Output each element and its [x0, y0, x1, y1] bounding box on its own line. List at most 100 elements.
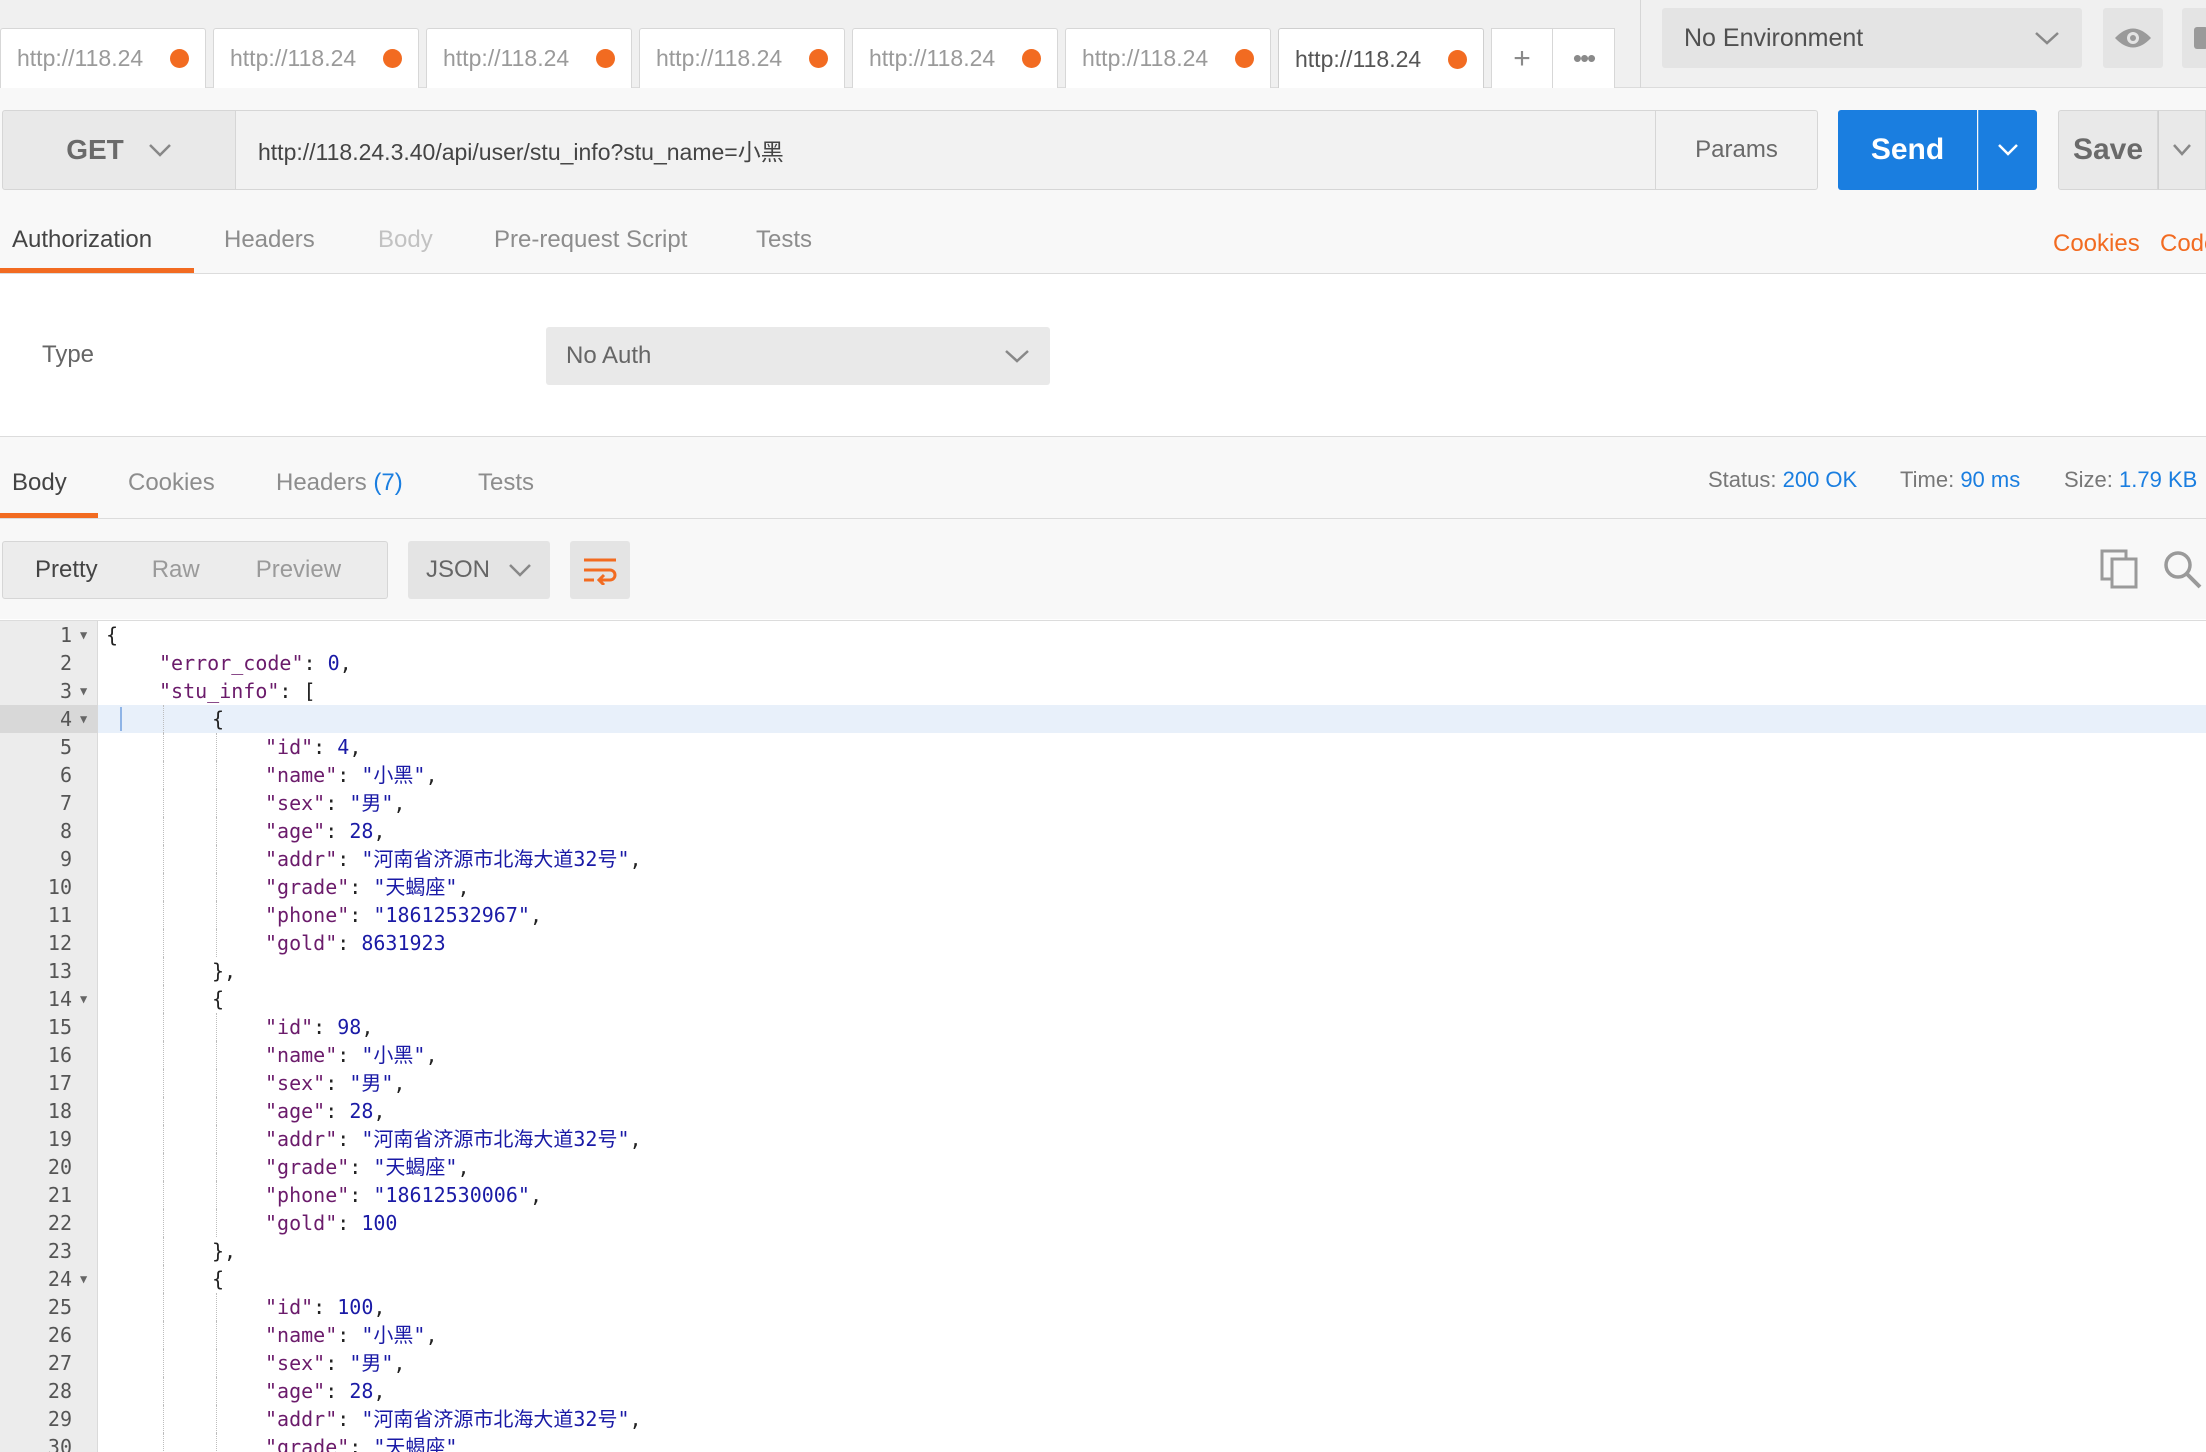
json-key: "id" [265, 1015, 314, 1039]
tab-tests[interactable]: Tests [756, 226, 812, 254]
save-options-button[interactable] [2158, 110, 2206, 190]
add-tab-button[interactable]: + [1491, 28, 1553, 88]
settings-button[interactable] [2182, 8, 2206, 68]
response-body-editor[interactable]: 1 ▼{2 "error_code": 0, 3 ▼ "stu_info": [4 ▼{5 "… [0, 620, 2206, 1452]
code-line: 24 ▼{ [0, 1265, 2206, 1293]
request-tabs-strip: http://118.24 http://118.24 http://118.2… [0, 28, 1615, 90]
tab-body[interactable]: Body [378, 226, 433, 254]
chevron-down-icon [148, 144, 171, 157]
params-button[interactable]: Params [1655, 110, 1818, 190]
json-punctuation: , [373, 1099, 386, 1123]
url-input[interactable]: http://118.24.3.40/api/user/stu_info?stu… [236, 110, 1656, 190]
text-cursor [120, 707, 122, 731]
json-key: "age" [265, 819, 326, 843]
code-line: 26 "name": "小黑", [0, 1321, 2206, 1349]
tab-headers[interactable]: Headers [224, 226, 315, 254]
tab-authorization[interactable]: Authorization [12, 226, 152, 254]
json-punctuation: , [425, 1323, 438, 1347]
code-line: 13}, [0, 957, 2206, 985]
fold-toggle-icon[interactable]: ▼ [80, 677, 87, 705]
response-section-tabs: Body Cookies Headers (7) Tests Status: 2… [0, 437, 2206, 519]
line-number: 10 [47, 875, 72, 899]
code-text: "id": 98, [265, 1013, 373, 1041]
tab-label: http://118.24 [230, 45, 357, 71]
status-label: Status: [1708, 467, 1777, 492]
code-line: 20 "grade": "天蝎座", [0, 1153, 2206, 1181]
view-pretty-button[interactable]: Pretty [3, 556, 98, 584]
json-string: "小黑" [361, 763, 426, 787]
tab-label: http://118.24 [17, 45, 144, 71]
indent-guide [163, 1265, 164, 1293]
json-key: "name" [265, 1323, 338, 1347]
json-punctuation: { [212, 1267, 225, 1291]
code-line: 3 ▼ "stu_info": [ [0, 677, 2206, 705]
code-line: 9 "addr": "河南省济源市北海大道32号", [0, 845, 2206, 873]
json-key: "grade" [265, 1155, 350, 1179]
indent-guide [163, 1377, 164, 1405]
environment-select[interactable]: No Environment [1662, 8, 2082, 68]
json-punctuation: , [373, 1379, 386, 1403]
code-text: { [212, 985, 224, 1013]
tab-pre-request-script[interactable]: Pre-request Script [494, 226, 687, 254]
json-number: 28 [349, 819, 374, 843]
code-line: 7 "sex": "男", [0, 789, 2206, 817]
json-punctuation: , [529, 1183, 542, 1207]
indent-guide [216, 1349, 217, 1377]
fold-toggle-icon[interactable]: ▼ [80, 621, 87, 649]
json-number: 4 [337, 735, 350, 759]
format-select[interactable]: JSON [408, 541, 550, 599]
fold-toggle-icon[interactable]: ▼ [80, 705, 87, 733]
view-raw-button[interactable]: Raw [98, 556, 200, 584]
json-punctuation: { [212, 987, 225, 1011]
cookies-link[interactable]: Cookies [2053, 230, 2140, 258]
tab-response-cookies[interactable]: Cookies [128, 469, 215, 497]
send-options-button[interactable] [1978, 110, 2037, 190]
json-key: "grade" [265, 1435, 350, 1452]
request-tab[interactable]: http://118.24 [852, 28, 1058, 88]
environment-label: No Environment [1684, 23, 1864, 52]
chevron-down-icon [2035, 32, 2059, 45]
auth-type-select[interactable]: No Auth [546, 327, 1050, 385]
tab-response-body[interactable]: Body [12, 469, 67, 497]
line-number: 20 [47, 1155, 72, 1179]
tab-response-tests[interactable]: Tests [478, 469, 534, 497]
indent-guide [163, 1433, 164, 1452]
search-icon [2164, 551, 2202, 589]
environment-quick-look-button[interactable] [2103, 8, 2163, 68]
code-link[interactable]: Code [2160, 230, 2206, 258]
request-tab[interactable]: http://118.24 [1065, 28, 1271, 88]
request-tab[interactable]: http://118.24 [426, 28, 632, 88]
json-number: 0 [327, 651, 340, 675]
json-punctuation: , [393, 1351, 406, 1375]
copy-button[interactable] [2100, 549, 2138, 594]
status-readout: Status: 200 OK [1708, 467, 1857, 493]
fold-toggle-icon[interactable]: ▼ [80, 1265, 87, 1293]
indent-guide [163, 1097, 164, 1125]
json-punctuation: }, [212, 959, 237, 983]
fold-toggle-icon[interactable]: ▼ [80, 985, 87, 1013]
view-preview-button[interactable]: Preview [200, 556, 341, 584]
unsaved-dot-icon [596, 49, 615, 68]
request-tab[interactable]: http://118.24 [213, 28, 419, 88]
indent-guide [163, 1041, 164, 1069]
send-button[interactable]: Send [1838, 110, 1977, 190]
more-tabs-button[interactable]: ••• [1553, 28, 1615, 88]
save-button[interactable]: Save [2058, 110, 2158, 190]
indent-guide [163, 761, 164, 789]
request-tab-active[interactable]: http://118.24 [1278, 28, 1484, 90]
method-select[interactable]: GET [2, 110, 236, 190]
indent-guide [216, 1377, 217, 1405]
json-number: 98 [337, 1015, 362, 1039]
json-punctuation: }, [212, 1239, 237, 1263]
json-punctuation: : [337, 1211, 362, 1235]
wrap-lines-icon [584, 558, 617, 585]
request-tab[interactable]: http://118.24 [0, 28, 206, 88]
json-key: "sex" [265, 791, 326, 815]
tab-response-headers[interactable]: Headers (7) [276, 469, 403, 497]
chevron-down-icon [509, 564, 531, 577]
request-tab[interactable]: http://118.24 [639, 28, 845, 88]
wrap-lines-button[interactable] [570, 541, 630, 599]
code-line: 8 "age": 28, [0, 817, 2206, 845]
search-button[interactable] [2162, 549, 2202, 594]
json-string: "小黑" [361, 1323, 426, 1347]
